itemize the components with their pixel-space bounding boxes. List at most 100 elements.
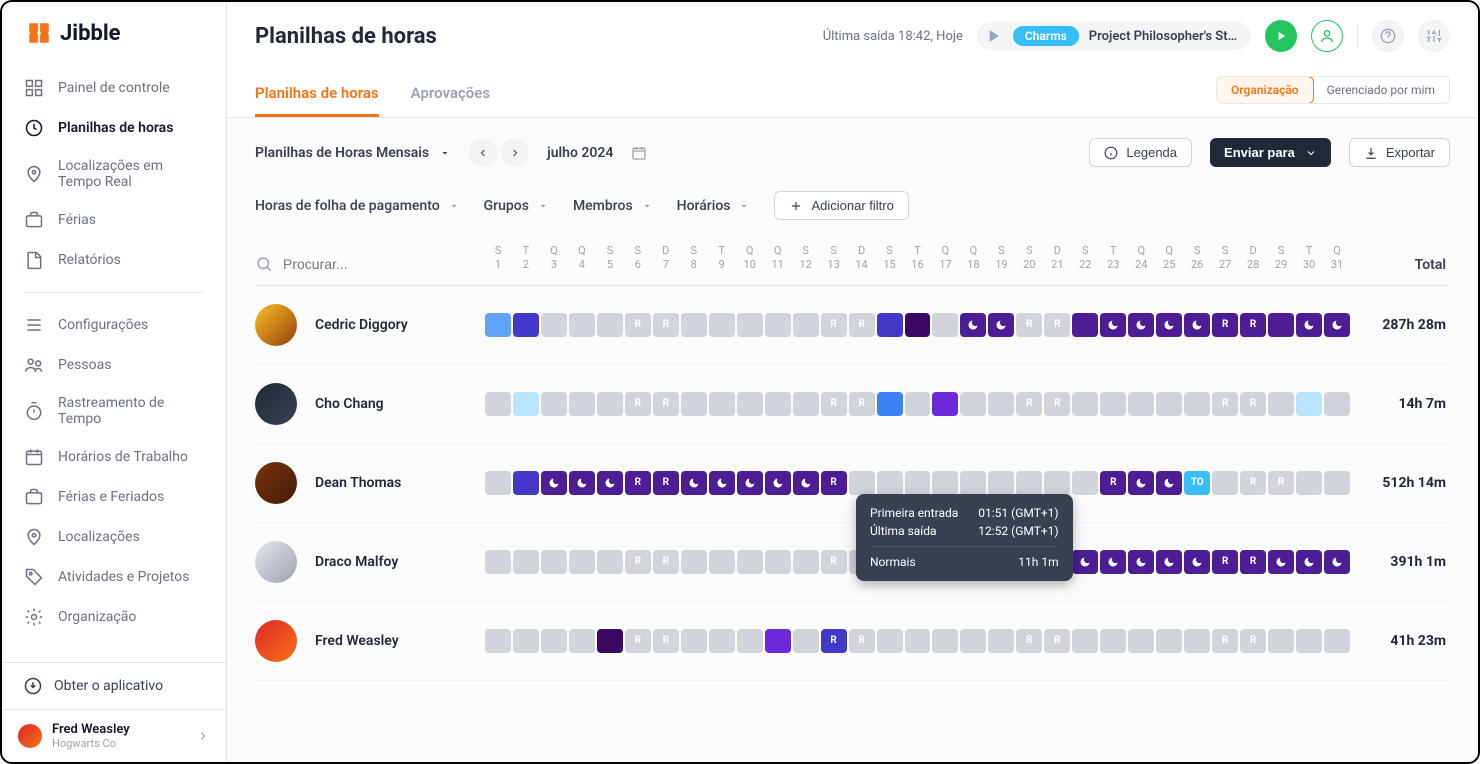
day-cell[interactable] [709, 313, 735, 337]
day-cell[interactable] [681, 629, 707, 653]
day-cell[interactable]: R [625, 471, 651, 495]
day-cell[interactable] [541, 471, 567, 495]
scope-org[interactable]: Organização [1216, 76, 1314, 104]
day-cell[interactable] [793, 629, 819, 653]
day-cell[interactable]: R [849, 313, 875, 337]
day-cell[interactable] [541, 550, 567, 574]
day-cell[interactable]: R [821, 471, 847, 495]
day-cell[interactable] [597, 471, 623, 495]
day-cell[interactable] [569, 392, 595, 416]
day-cell[interactable] [932, 392, 958, 416]
day-cell[interactable] [905, 313, 931, 337]
day-cell[interactable] [1296, 629, 1322, 653]
day-cell[interactable] [932, 471, 958, 495]
day-cell[interactable] [793, 550, 819, 574]
prev-month[interactable] [469, 139, 497, 167]
day-cell[interactable] [1296, 550, 1322, 574]
sidebar-item[interactable]: Localizações [2, 517, 226, 557]
day-cell[interactable]: R [849, 392, 875, 416]
day-cell[interactable] [1128, 550, 1154, 574]
day-cell[interactable] [737, 392, 763, 416]
day-cell[interactable] [1100, 392, 1126, 416]
day-cell[interactable] [1100, 313, 1126, 337]
scope-mine[interactable]: Gerenciado por mim [1313, 77, 1449, 103]
day-cell[interactable] [877, 629, 903, 653]
sidebar-item[interactable]: Configurações [2, 305, 226, 345]
settings-button[interactable] [1418, 20, 1450, 52]
day-cell[interactable] [905, 471, 931, 495]
sidebar-item[interactable]: Rastreamento de Tempo [2, 385, 226, 437]
day-cell[interactable] [1324, 313, 1350, 337]
day-cell[interactable]: R [653, 629, 679, 653]
day-cell[interactable] [485, 629, 511, 653]
next-month[interactable] [501, 139, 529, 167]
member-row[interactable]: Fred WeasleyRRRRRRRR41h 23m [255, 602, 1450, 681]
day-cell[interactable] [681, 313, 707, 337]
day-cell[interactable]: R [821, 313, 847, 337]
day-cell[interactable]: R [849, 629, 875, 653]
day-cell[interactable] [597, 629, 623, 653]
sidebar-item[interactable]: Planilhas de horas [2, 108, 226, 148]
filter-members[interactable]: Membros [573, 198, 653, 214]
day-cell[interactable] [681, 550, 707, 574]
day-cell[interactable] [1072, 550, 1098, 574]
sidebar-item[interactable]: Horários de Trabalho [2, 437, 226, 477]
day-cell[interactable] [541, 313, 567, 337]
day-cell[interactable]: R [821, 629, 847, 653]
day-cell[interactable] [849, 471, 875, 495]
day-cell[interactable]: R [1240, 471, 1266, 495]
filter-payroll[interactable]: Horas de folha de pagamento [255, 198, 460, 214]
day-cell[interactable] [905, 392, 931, 416]
sidebar-item[interactable]: Férias [2, 200, 226, 240]
day-cell[interactable] [960, 471, 986, 495]
calendar-icon[interactable] [631, 145, 647, 161]
export-button[interactable]: Exportar [1349, 138, 1450, 167]
day-cell[interactable] [988, 392, 1014, 416]
day-cell[interactable] [485, 392, 511, 416]
day-cell[interactable]: R [1044, 313, 1070, 337]
day-cell[interactable] [513, 392, 539, 416]
day-cell[interactable]: R [653, 550, 679, 574]
day-cell[interactable] [737, 629, 763, 653]
day-cell[interactable] [569, 313, 595, 337]
day-cell[interactable] [1296, 313, 1322, 337]
day-cell[interactable] [793, 313, 819, 337]
day-cell[interactable] [905, 629, 931, 653]
day-cell[interactable] [1184, 313, 1210, 337]
day-cell[interactable] [793, 392, 819, 416]
filter-schedules[interactable]: Horários [677, 198, 751, 214]
day-cell[interactable] [932, 313, 958, 337]
day-cell[interactable] [1100, 550, 1126, 574]
day-cell[interactable] [513, 471, 539, 495]
day-cell[interactable] [709, 629, 735, 653]
day-cell[interactable] [569, 471, 595, 495]
day-cell[interactable]: R [653, 313, 679, 337]
day-cell[interactable] [1072, 313, 1098, 337]
day-cell[interactable] [765, 392, 791, 416]
day-cell[interactable] [681, 471, 707, 495]
legend-button[interactable]: Legenda [1089, 138, 1192, 167]
member-row[interactable]: Draco MalfoyRRRRRRRR391h 1m [255, 523, 1450, 602]
day-cell[interactable]: R [625, 550, 651, 574]
day-cell[interactable] [765, 313, 791, 337]
user-action-button[interactable] [1311, 20, 1343, 52]
day-cell[interactable] [485, 313, 511, 337]
day-cell[interactable] [877, 471, 903, 495]
day-cell[interactable] [765, 550, 791, 574]
day-cell[interactable] [1072, 471, 1098, 495]
day-cell[interactable] [765, 471, 791, 495]
day-cell[interactable] [597, 550, 623, 574]
tab-approvals[interactable]: Aprovações [411, 72, 490, 117]
day-cell[interactable] [541, 392, 567, 416]
day-cell[interactable]: TO [1184, 471, 1210, 495]
day-cell[interactable]: R [1100, 471, 1126, 495]
day-cell[interactable]: R [1268, 471, 1294, 495]
day-cell[interactable] [1128, 471, 1154, 495]
day-cell[interactable]: R [1240, 313, 1266, 337]
member-row[interactable]: Cho ChangRRRRRRRR14h 7m [255, 365, 1450, 444]
day-cell[interactable] [737, 313, 763, 337]
day-cell[interactable]: R [1212, 550, 1238, 574]
day-cell[interactable]: R [821, 392, 847, 416]
sidebar-item[interactable]: Relatórios [2, 240, 226, 280]
activity-chip[interactable]: Charms Project Philosopher's St… [977, 22, 1251, 50]
